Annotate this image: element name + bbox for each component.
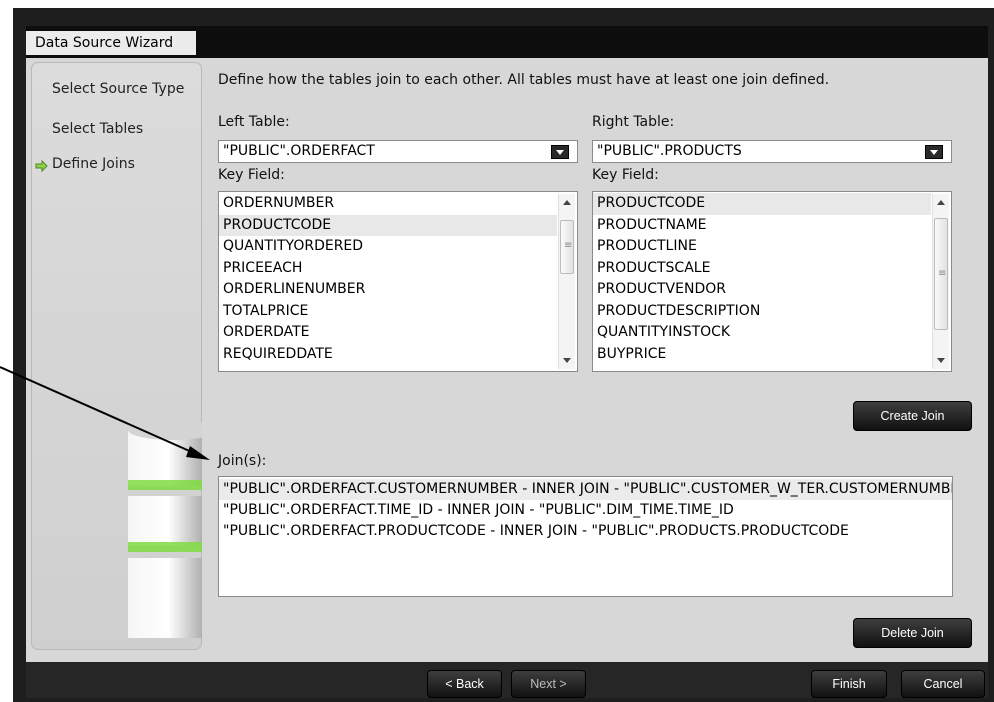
annotation-arrow [0,366,210,460]
